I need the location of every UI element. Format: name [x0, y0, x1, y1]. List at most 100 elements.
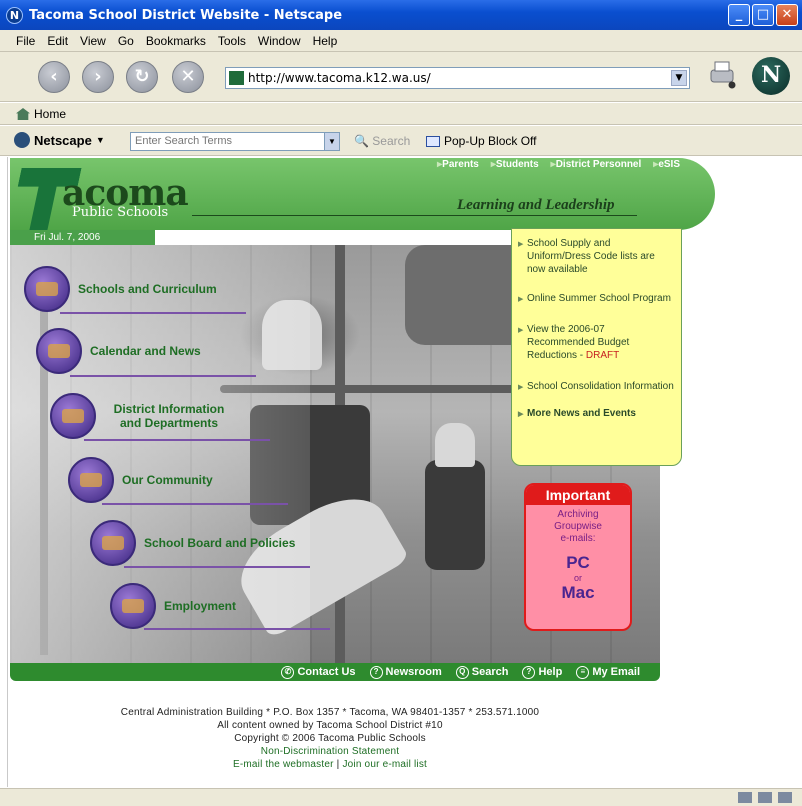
date-bar: Fri Jul. 7, 2006: [10, 230, 155, 245]
link-esis[interactable]: eSIS: [653, 159, 680, 173]
link-district-personnel[interactable]: District Personnel: [551, 159, 642, 173]
or-label: or: [573, 573, 582, 583]
employment-person-icon: [110, 583, 156, 629]
menu-bookmarks[interactable]: Bookmarks: [146, 34, 206, 48]
nav-calendar-news[interactable]: Calendar and News: [36, 328, 201, 374]
menu-edit[interactable]: Edit: [47, 34, 68, 48]
newsroom-link[interactable]: ? Newsroom: [369, 665, 442, 679]
news-text: Online Summer School Program: [527, 293, 671, 304]
nav-our-community[interactable]: Our Community: [68, 457, 213, 503]
netscape-logo-icon: N: [752, 57, 790, 95]
important-line1: Archiving: [557, 509, 599, 520]
url-text: http://www.tacoma.k12.wa.us/: [248, 71, 431, 85]
news-item[interactable]: View the 2006-07 Recommended Budget Redu…: [518, 323, 675, 362]
calendar-icon: [36, 328, 82, 374]
contact-icon: ✆: [281, 665, 295, 679]
news-item[interactable]: School Supply and Uniform/Dress Code lis…: [518, 237, 675, 276]
address-block: Central Administration Building * P.O. B…: [0, 706, 660, 771]
window-title: Tacoma School District Website - Netscap…: [29, 7, 343, 23]
search-dropdown-icon[interactable]: ▼: [324, 133, 339, 150]
email-icon: ≡: [576, 665, 590, 679]
link-students[interactable]: Students: [491, 159, 539, 173]
menu-go[interactable]: Go: [118, 34, 134, 48]
menu-help[interactable]: Help: [313, 34, 338, 48]
non-discrimination-link[interactable]: Non-Discrimination Statement: [0, 745, 660, 758]
netscape-label: Netscape: [34, 132, 92, 148]
popup-status-icon: [758, 792, 772, 803]
nav-label: School Board and Policies: [144, 536, 296, 550]
nav-school-board[interactable]: School Board and Policies: [90, 520, 295, 566]
nav-underline: [102, 503, 288, 505]
connection-icon: [738, 792, 752, 803]
audience-links: Parents Students District Personnel eSIS: [380, 159, 710, 173]
important-box[interactable]: Important Archiving Groupwise e-mails: P…: [524, 483, 632, 631]
search-input[interactable]: Enter Search Terms: [130, 132, 340, 151]
netscape-menu-button[interactable]: Netscape ▼: [14, 132, 105, 148]
popup-block-button[interactable]: Pop-Up Block Off: [426, 134, 536, 148]
maximize-icon[interactable]: □: [752, 4, 774, 26]
footer-link-label: Help: [538, 666, 563, 678]
menu-window[interactable]: Window: [258, 34, 301, 48]
footer-link-label: Contact Us: [297, 666, 356, 678]
news-text: More News and Events: [527, 408, 636, 419]
copyright-line: Copyright © 2006 Tacoma Public Schools: [234, 733, 426, 744]
nav-label: Our Community: [122, 473, 213, 487]
bookmarks-toolbar: Home: [0, 103, 802, 125]
footer-link-label: Search: [471, 666, 509, 678]
help-link[interactable]: ? Help: [522, 665, 563, 679]
schools-bus-icon: [24, 266, 70, 312]
tagline: Learning and Leadership: [457, 197, 615, 213]
url-dropdown-icon[interactable]: ▼: [671, 70, 687, 86]
help-icon: ?: [522, 665, 536, 679]
pc-link[interactable]: PC: [526, 553, 630, 573]
minimize-icon[interactable]: _: [728, 4, 750, 26]
netscape-app-icon: N: [6, 6, 23, 24]
nav-underline: [84, 439, 270, 441]
menu-file[interactable]: File: [16, 34, 35, 48]
close-icon[interactable]: ✕: [776, 4, 798, 26]
page-left-border: [7, 157, 8, 787]
news-item[interactable]: Online Summer School Program: [518, 292, 675, 306]
join-email-list-link[interactable]: Join our e-mail list: [342, 759, 427, 770]
newsroom-icon: ?: [369, 665, 383, 679]
news-box: School Supply and Uniform/Dress Code lis…: [511, 228, 682, 466]
search-link[interactable]: Q Search: [455, 665, 509, 679]
nav-underline: [144, 628, 330, 630]
footer-link-label: Newsroom: [385, 666, 442, 678]
search-button[interactable]: 🔍 Search: [354, 134, 410, 148]
mac-link[interactable]: Mac: [526, 583, 630, 603]
search-icon: Q: [455, 665, 469, 679]
nav-label: Schools and Curriculum: [78, 282, 217, 296]
email-webmaster-link[interactable]: E-mail the webmaster: [233, 759, 334, 770]
netscape-icon: [14, 132, 30, 148]
url-field[interactable]: http://www.tacoma.k12.wa.us/ ▼: [225, 67, 690, 89]
district-people-icon: [50, 393, 96, 439]
address-line: Central Administration Building * P.O. B…: [120, 707, 540, 718]
forward-icon[interactable]: ›: [82, 61, 114, 93]
my-email-link[interactable]: ≡ My Email: [576, 665, 640, 679]
print-icon[interactable]: [706, 58, 738, 90]
important-line2: Groupwise: [554, 521, 602, 532]
popup-label: Pop-Up Block Off: [444, 134, 537, 148]
reload-icon[interactable]: ↻: [126, 61, 158, 93]
tagline-rule: [192, 215, 637, 216]
home-button[interactable]: Home: [16, 107, 66, 121]
news-more-link[interactable]: More News and Events: [518, 407, 675, 421]
draft-label: DRAFT: [585, 350, 620, 361]
community-people-icon: [68, 457, 114, 503]
popup-icon: [426, 135, 440, 147]
contact-us-link[interactable]: ✆ Contact Us: [281, 665, 356, 679]
back-icon[interactable]: ‹: [38, 61, 70, 93]
nav-underline: [70, 375, 256, 377]
link-parents[interactable]: Parents: [437, 159, 479, 173]
nav-underline: [60, 312, 246, 314]
stop-icon[interactable]: ✕: [172, 61, 204, 93]
nav-schools-curriculum[interactable]: Schools and Curriculum: [24, 266, 217, 312]
chevron-down-icon: ▼: [95, 135, 105, 145]
nav-employment[interactable]: Employment: [110, 583, 236, 629]
menu-tools[interactable]: Tools: [218, 34, 246, 48]
news-item[interactable]: School Consolidation Information: [518, 380, 675, 394]
menu-view[interactable]: View: [80, 34, 106, 48]
status-bar: [0, 788, 802, 806]
nav-district-information[interactable]: District Information and Departments: [50, 393, 234, 439]
